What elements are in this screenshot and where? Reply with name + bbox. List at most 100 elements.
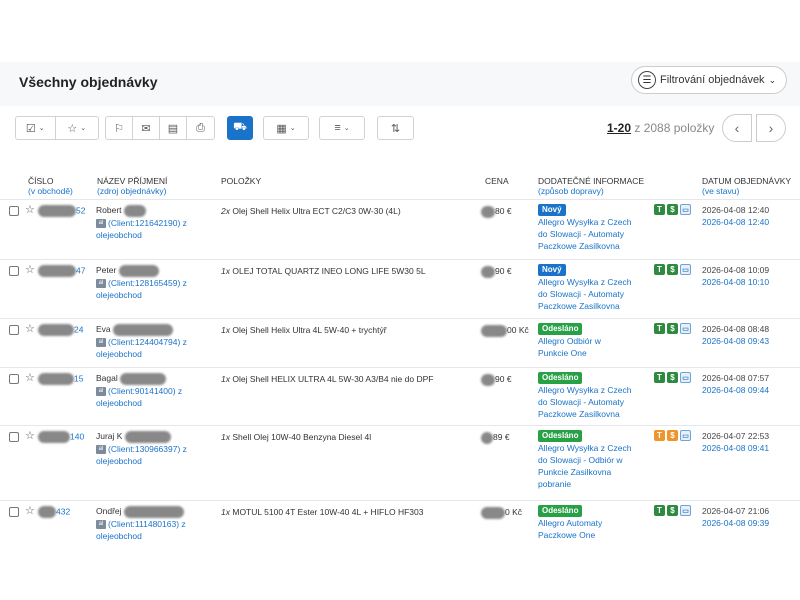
column-header-info[interactable]: DODATEČNÉ INFORMACE (způsob dopravy) (538, 176, 644, 196)
star-icon[interactable]: ☆ (25, 263, 35, 276)
row-checkbox[interactable] (9, 374, 19, 384)
table-row[interactable]: ☆ 140 Juraj K al (Client:130966397) z ole… (0, 425, 800, 500)
table-row[interactable]: ☆ 52 Robert al (Client:121642190) z oleje… (0, 199, 800, 259)
shipping-method-line: Punkcie Zasilkovna (538, 467, 612, 477)
items-cell: 1x Shell Olej 10W-40 Benzyna Diesel 4l (221, 431, 476, 443)
order-source[interactable]: olejeobchod (96, 289, 211, 301)
order-date: 2026-04-08 08:48 (702, 324, 770, 334)
star-icon[interactable]: ☆ (25, 371, 35, 384)
column-sublabel: (způsob dopravy) (538, 186, 604, 196)
order-number-suffix: 140 (70, 431, 85, 442)
order-number[interactable]: 52 (38, 205, 85, 217)
select-toolbar-group: ☑ ⌄ ☆ ⌄ (15, 116, 99, 140)
shipping-method-line: Paczkowe Zasilkovna (538, 241, 620, 251)
flag-button[interactable]: ⚐ (106, 117, 133, 139)
table-row[interactable]: ☆ 15 Bagal al (Client:90141400) z olejeob… (0, 367, 800, 425)
date-cell: 2026-04-07 22:53 2026-04-08 09:41 (702, 430, 797, 454)
chevron-left-icon: ‹ (734, 120, 740, 136)
status-date: 2026-04-08 09:41 (702, 443, 770, 453)
customer-name: Peter (96, 265, 117, 275)
redacted-blur (481, 431, 493, 444)
column-header-date[interactable]: DATUM OBJEDNÁVKY (ve stavu) (702, 176, 791, 196)
client-id[interactable]: (Client:90141400) z (108, 386, 182, 396)
row-checkbox[interactable] (9, 432, 19, 442)
table-row[interactable]: ☆ 24 Eva al (Client:124404794) z olejeobc… (0, 318, 800, 367)
t-icon: T (654, 372, 665, 383)
info-cell: Nový Allegro Wysyłka z Czech do Slowacji … (538, 203, 650, 252)
shipping-method-line: Allegro Automaty (538, 518, 603, 528)
order-number[interactable]: 47 (38, 265, 85, 277)
email-button[interactable]: ✉ (133, 117, 160, 139)
client-id[interactable]: (Client:121642190) z (108, 218, 187, 228)
table-row[interactable]: ☆ 47 Peter al (Client:128165459) z olejeo… (0, 259, 800, 318)
order-date: 2026-04-08 12:40 (702, 205, 770, 215)
redacted-blur (481, 506, 505, 519)
order-number-suffix: 47 (76, 265, 86, 276)
warehouse-dropdown[interactable]: ▦ ⌄ (263, 116, 309, 140)
shipping-method-line: Paczkowe Zasilkovna (538, 409, 620, 419)
order-source[interactable]: olejeobchod (96, 229, 211, 241)
redacted-blur (38, 431, 70, 443)
pagination-range[interactable]: 1-20 (607, 121, 631, 135)
sort-button[interactable]: ⇅ (377, 116, 414, 140)
star-icon[interactable]: ☆ (25, 203, 35, 216)
order-number[interactable]: 432 (38, 506, 70, 518)
items-cell: 1x MOTUL 5100 4T Ester 10W-40 4L + HIFLO… (221, 506, 476, 518)
filter-icon: ☰ (638, 71, 656, 89)
table-row[interactable]: ☆ 432 Ondřej al (Client:111480163) z olej… (0, 500, 800, 555)
order-number-suffix: 432 (56, 506, 71, 517)
price-cell: 00 Kč (481, 324, 531, 337)
dollar-icon: $ (667, 323, 678, 334)
chevron-down-icon: ⌄ (80, 125, 87, 132)
star-dropdown[interactable]: ☆ ⌄ (56, 117, 98, 139)
star-icon[interactable]: ☆ (25, 504, 35, 517)
document-button[interactable]: ▤ (160, 117, 187, 139)
shipping-button[interactable]: ⛟ (227, 116, 253, 140)
customer-cell: Robert al (Client:121642190) z olejeobcho… (96, 204, 211, 241)
next-page-button[interactable]: › (756, 114, 786, 142)
client-id[interactable]: (Client:124404794) z (108, 337, 187, 347)
star-icon[interactable]: ☆ (25, 429, 35, 442)
column-header-price[interactable]: CENA (485, 176, 509, 186)
list-options-dropdown[interactable]: ≡ ⌄ (319, 116, 365, 140)
column-label: NÁZEV PŘÍJMENÍ (97, 176, 168, 186)
row-checkbox[interactable] (9, 507, 19, 517)
column-header-number[interactable]: ČÍSLO (v obchodě) (28, 176, 73, 196)
column-header-name[interactable]: NÁZEV PŘÍJMENÍ (zdroj objednávky) (97, 176, 167, 196)
redacted-blur (38, 265, 76, 277)
item-name: Olej Shell HELIX ULTRA 4L 5W-30 A3/B4 ni… (232, 374, 434, 384)
shipping-method-line: do Slowacji - Automaty (538, 229, 624, 239)
client-id[interactable]: (Client:128165459) z (108, 278, 187, 288)
select-checkbox-dropdown[interactable]: ☑ ⌄ (16, 117, 56, 139)
order-number[interactable]: 15 (38, 373, 83, 385)
items-cell: 2x Olej Shell Helix Ultra ECT C2/C3 0W-3… (221, 205, 476, 217)
redacted-blur (123, 204, 146, 217)
client-id[interactable]: (Client:111480163) z (108, 519, 186, 529)
order-source[interactable]: olejeobchod (96, 455, 211, 467)
order-source[interactable]: olejeobchod (96, 397, 211, 409)
order-source[interactable]: olejeobchod (96, 348, 211, 360)
order-number[interactable]: 24 (38, 324, 83, 336)
message-icon: ▭ (680, 264, 691, 275)
allegro-icon: al (96, 520, 106, 529)
row-checkbox[interactable] (9, 206, 19, 216)
filter-orders-button[interactable]: ☰ Filtrování objednávek ⌄ (631, 66, 787, 94)
order-source[interactable]: olejeobchod (96, 530, 211, 542)
message-icon: ▭ (680, 505, 691, 516)
pagination-total: z 2088 položky (631, 121, 715, 135)
dollar-icon: $ (667, 264, 678, 275)
prev-page-button[interactable]: ‹ (722, 114, 752, 142)
client-id[interactable]: (Client:130966397) z (108, 444, 187, 454)
price-cell: 80 € (481, 205, 531, 218)
column-header-items[interactable]: POLOŽKY (221, 176, 261, 186)
row-checkbox[interactable] (9, 266, 19, 276)
items-cell: 1x Olej Shell HELIX ULTRA 4L 5W-30 A3/B4… (221, 373, 476, 385)
row-checkbox[interactable] (9, 325, 19, 335)
star-icon[interactable]: ☆ (25, 322, 35, 335)
t-icon: T (654, 505, 665, 516)
info-cell: Odesláno Allegro Wysyłka z Czech do Slowa… (538, 371, 650, 420)
date-cell: 2026-04-08 08:48 2026-04-08 09:43 (702, 323, 797, 347)
item-name: MOTUL 5100 4T Ester 10W-40 4L + HIFLO HF… (232, 507, 424, 517)
order-number[interactable]: 140 (38, 431, 84, 443)
print-button[interactable]: ⎙ (187, 117, 214, 139)
